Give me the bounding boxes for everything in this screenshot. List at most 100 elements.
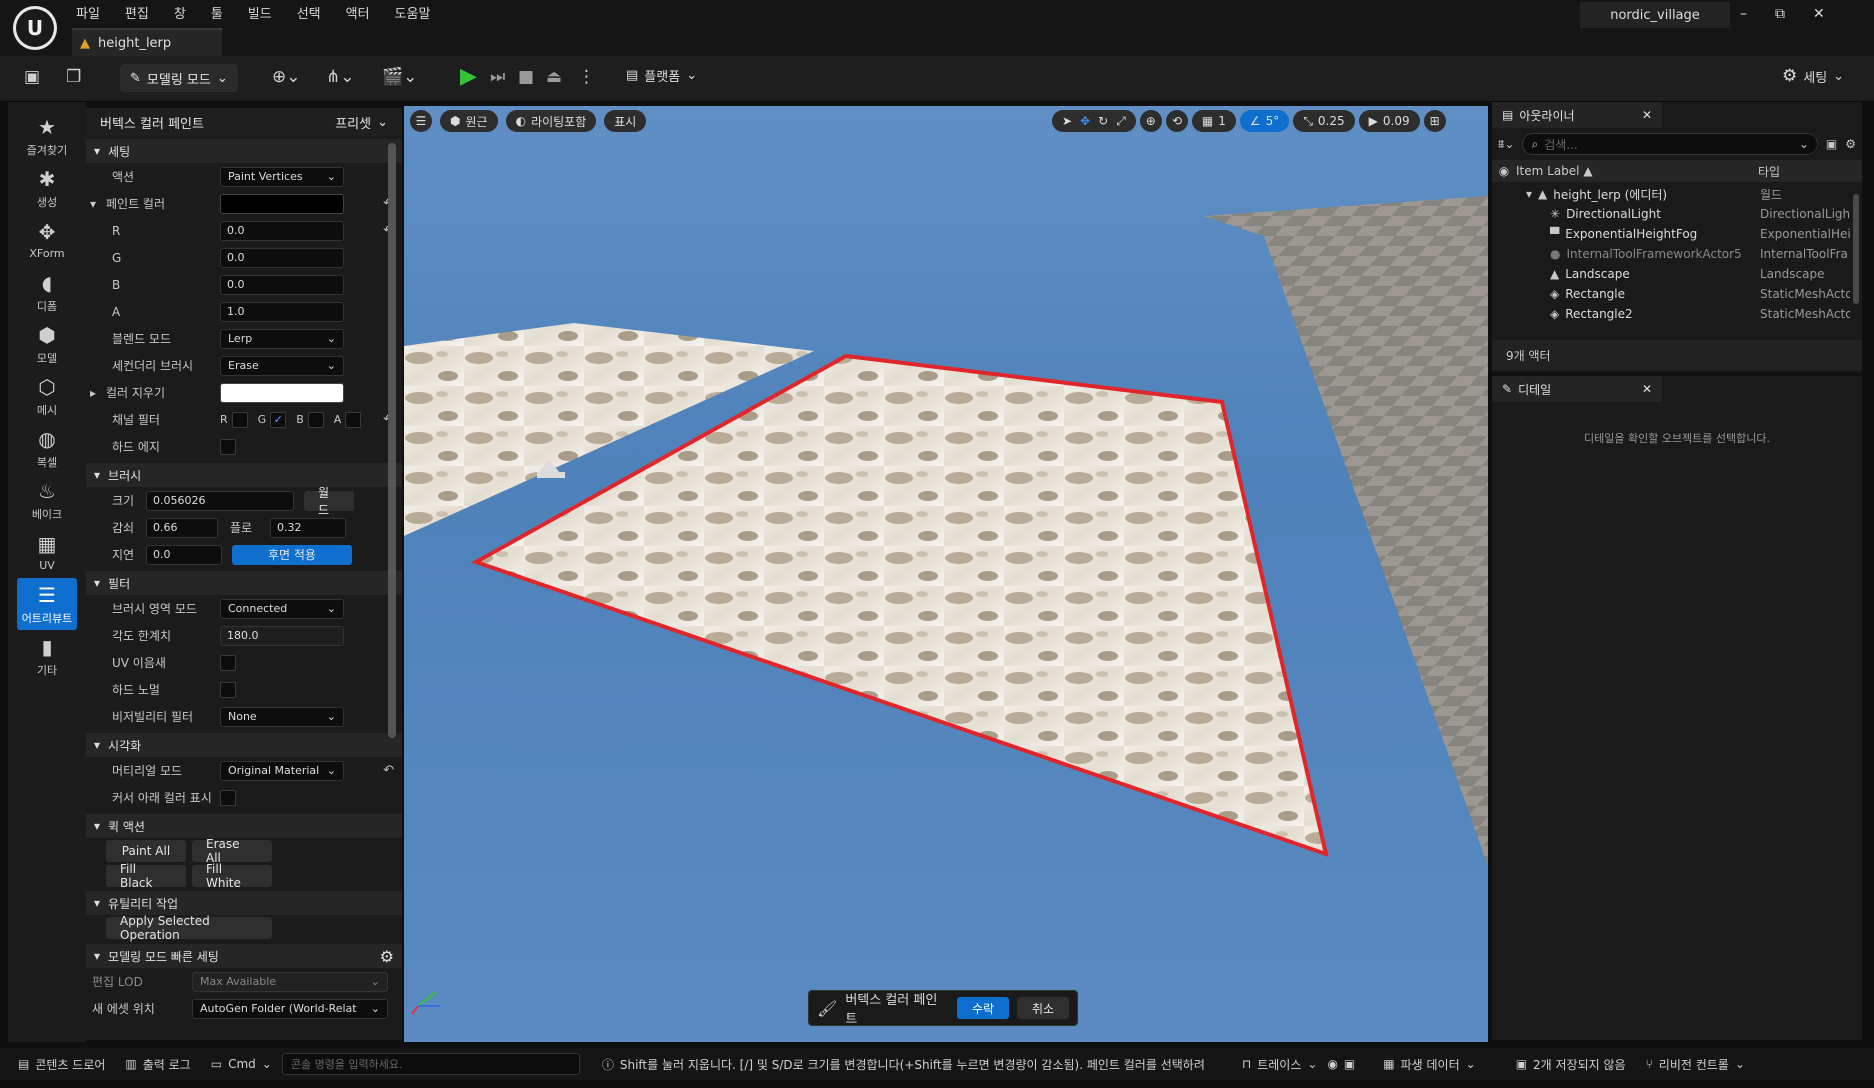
b-input[interactable]: 0.0 [220, 274, 344, 295]
content-browser-icon[interactable]: ❐ [66, 67, 81, 87]
g-input[interactable]: 0.0 [220, 247, 344, 268]
close-tab-icon[interactable]: ✕ [1642, 382, 1652, 396]
reset-icon[interactable]: ↶ [383, 763, 394, 778]
step-icon[interactable]: ⏭ [490, 67, 505, 87]
mode-attributes[interactable]: ☰ 어트리뷰트 [17, 578, 77, 630]
level-viewport[interactable]: ☰ ⬢ 원근 ◐ 라이팅포함 표시 ➤ ✥ ↻ ⤢ ⊕ ⟲ ▦ 1 ∠ 5° ⤡ 0.25… [404, 106, 1488, 1042]
list-item[interactable]: ▀ ExponentialHeightFog ExponentialHei [1492, 224, 1862, 244]
list-item[interactable]: ● InternalToolFrameworkActor5 InternalTool… [1492, 244, 1862, 264]
angle-limit-input[interactable]: 180.0 [220, 625, 344, 646]
section-quick-actions[interactable]: ▾ 퀵 액션 [86, 814, 402, 838]
menu-help[interactable]: 도움말 [395, 3, 431, 22]
camera-speed[interactable]: ▶ 0.09 [1358, 110, 1420, 132]
tool-panel-scrollbar[interactable] [388, 143, 396, 738]
section-settings[interactable]: ▾ 세팅 [86, 139, 402, 163]
lighting-button[interactable]: ◐ 라이팅포함 [505, 110, 597, 132]
section-utility[interactable]: ▾ 유틸리티 작업 [86, 891, 402, 915]
outliner-scrollbar[interactable] [1853, 194, 1859, 304]
settings-button[interactable]: ⚙ 세팅 ⌄ [1782, 66, 1844, 86]
mode-voxel[interactable]: ◍ 복셀 [17, 422, 77, 474]
perspective-button[interactable]: ⬢ 원근 [440, 110, 498, 132]
falloff-input[interactable]: 0.66 [146, 517, 218, 538]
platform-button[interactable]: ▤ 플랫폼 ⌄ [626, 66, 697, 85]
menu-window[interactable]: 창 [174, 3, 186, 22]
list-item[interactable]: ✳ DirectionalLight DirectionalLigh [1492, 204, 1862, 224]
scale-icon[interactable]: ⤢ [1116, 114, 1126, 129]
new-asset-select[interactable]: AutoGen Folder (World-Relat ⌄ [192, 998, 388, 1019]
save-icon[interactable]: ▣ [24, 67, 40, 87]
flow-input[interactable]: 0.32 [270, 517, 346, 538]
cinematics-icon[interactable]: 🎬⌄ [382, 67, 417, 87]
mode-model[interactable]: ⬢ 모델 [17, 318, 77, 370]
menu-select[interactable]: 선택 [297, 3, 321, 22]
apply-backface-button[interactable]: 후면 적용 [232, 544, 352, 565]
section-quick-settings[interactable]: ▾ 모델링 모드 빠른 세팅 ⚙ [86, 944, 402, 968]
derived-data-button[interactable]: ▦ 파생 데이터 ⌄ [1373, 1048, 1485, 1080]
mode-xform[interactable]: ✥ XForm [17, 214, 77, 266]
gear-icon[interactable]: ⚙ [380, 947, 394, 966]
record-icon[interactable]: ◉ [1327, 1057, 1337, 1071]
menu-edit[interactable]: 편집 [125, 3, 149, 22]
list-item[interactable]: ◈ Rectangle2 StaticMeshActo [1492, 304, 1862, 324]
outliner-tab[interactable]: ▤ 아웃라이너 ✕ [1492, 102, 1662, 128]
mode-selector[interactable]: ✎ 모델링 모드 ⌄ [120, 64, 238, 92]
a-input[interactable]: 1.0 [220, 301, 344, 322]
add-folder-icon[interactable]: ▣ [1826, 137, 1837, 151]
fill-white-button[interactable]: Fill White [192, 862, 272, 890]
mode-uv[interactable]: ▦ UV [17, 526, 77, 578]
gear-icon[interactable]: ⚙ [1845, 137, 1856, 151]
minimize-button[interactable]: – [1740, 6, 1747, 22]
details-tab[interactable]: ✎ 디테일 ✕ [1492, 376, 1662, 402]
translate-icon[interactable]: ✥ [1080, 114, 1090, 128]
close-button[interactable]: ✕ [1813, 6, 1825, 22]
stop-icon[interactable]: ■ [518, 67, 534, 87]
mode-other[interactable]: ▮ 기타 [17, 630, 77, 682]
visibility-filter-select[interactable]: None ⌄ [220, 706, 344, 727]
channel-a-checkbox[interactable] [345, 411, 362, 428]
r-input[interactable]: 0.0 [220, 220, 344, 241]
fill-black-button[interactable]: Fill Black [106, 862, 186, 890]
maximize-viewport-icon[interactable]: ⊞ [1423, 110, 1446, 132]
section-filter[interactable]: ▾ 필터 [86, 571, 402, 595]
list-item[interactable]: ◈ Rectangle StaticMeshActo [1492, 284, 1862, 304]
action-select[interactable]: Paint Vertices ⌄ [220, 166, 344, 187]
scale-snap[interactable]: ⤡ 0.25 [1293, 110, 1355, 132]
menu-actor[interactable]: 액터 [346, 3, 370, 22]
delay-input[interactable]: 0.0 [146, 544, 222, 565]
paint-all-button[interactable]: Paint All [106, 839, 186, 862]
trace-button[interactable]: ⊓ 트레이스 ⌄ [1232, 1048, 1328, 1080]
show-color-checkbox[interactable] [220, 789, 236, 806]
erase-all-button[interactable]: Erase All [192, 837, 272, 865]
paint-color-swatch[interactable] [220, 193, 344, 214]
size-input[interactable]: 0.056026 [146, 490, 294, 511]
cancel-button[interactable]: 취소 [1017, 997, 1069, 1019]
column-type[interactable]: 타입 [1758, 163, 1780, 180]
level-tab[interactable]: ▲ height_lerp [72, 28, 222, 56]
content-drawer-button[interactable]: ▤ 콘텐츠 드로어 [0, 1048, 115, 1080]
world-space-icon[interactable]: ⊕ [1139, 110, 1162, 132]
console-input[interactable]: 콘솔 명령을 입력하세요. [281, 1053, 580, 1075]
play-icon[interactable]: ▶ [460, 64, 477, 89]
accept-button[interactable]: 수락 [957, 997, 1010, 1019]
outliner-search-input[interactable]: ⌕ 검색... ⌄ [1522, 133, 1818, 155]
mode-deform[interactable]: ◖ 디폼 [17, 266, 77, 318]
blend-mode-select[interactable]: Lerp ⌄ [220, 328, 344, 349]
close-tab-icon[interactable]: ✕ [1642, 108, 1652, 122]
hard-edge-checkbox[interactable] [220, 438, 236, 455]
list-item[interactable]: ▲ Landscape Landscape [1492, 264, 1862, 284]
menu-build[interactable]: 빌드 [248, 3, 272, 22]
cmd-button[interactable]: ▭ Cmd ⌄ [201, 1048, 282, 1080]
preset-button[interactable]: 프리셋 ⌄ [335, 113, 388, 132]
section-brush[interactable]: ▾ 브러시 [86, 463, 402, 487]
column-item-label[interactable]: Item Label ▲ [1516, 164, 1593, 178]
filter-icon[interactable]: ⩩⌄ [1498, 137, 1514, 152]
list-item[interactable]: ▾ ▲ height_lerp (에디터) 월드 [1492, 184, 1862, 204]
add-actor-icon[interactable]: ⊕⌄ [272, 67, 301, 87]
restore-button[interactable]: ⧉ [1775, 6, 1785, 22]
section-visualization[interactable]: ▾ 시각화 [86, 733, 402, 757]
eject-icon[interactable]: ⏏ [546, 67, 562, 87]
revision-control-button[interactable]: ⑂ 리비전 컨트롤 ⌄ [1636, 1048, 1755, 1080]
mode-bake[interactable]: ♨ 베이크 [17, 474, 77, 526]
grid-snap[interactable]: ▦ 1 [1191, 110, 1236, 132]
unreal-logo-icon[interactable]: U [13, 6, 57, 50]
